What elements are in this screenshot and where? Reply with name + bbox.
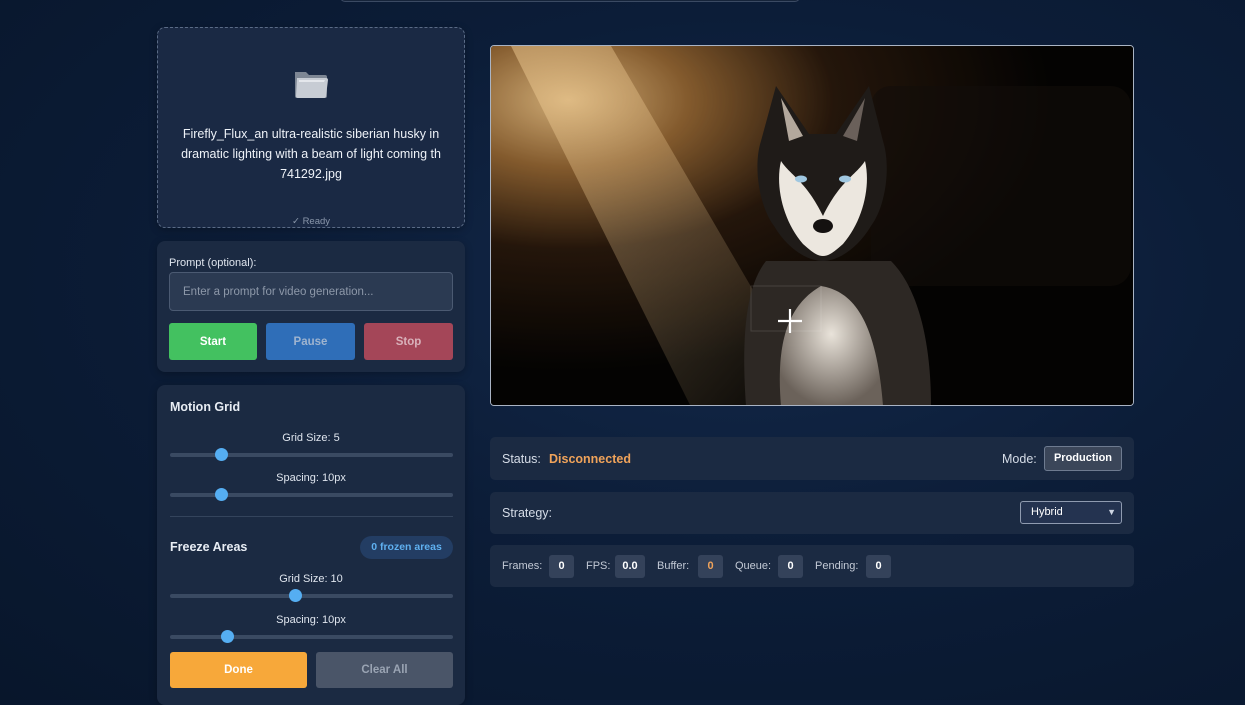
status-value: Disconnected <box>549 452 631 466</box>
chevron-down-icon: ▼ <box>1107 507 1116 517</box>
slider-thumb[interactable] <box>214 448 228 461</box>
frames-value: 0 <box>549 555 574 578</box>
fps-value: 0.0 <box>615 555 645 578</box>
queue-label: Queue: <box>735 560 772 572</box>
freeze-spacing-slider[interactable] <box>170 630 453 643</box>
freeze-grid-size-slider[interactable] <box>170 589 453 602</box>
freeze-spacing-label: Spacing: 10px <box>276 614 346 626</box>
motion-grid-panel: Motion Grid Grid Size: 5 Spacing: 10px F… <box>157 385 465 705</box>
buffer-label: Buffer: <box>657 560 690 572</box>
pending-label: Pending: <box>815 560 859 572</box>
section-divider <box>170 516 453 517</box>
upload-status: ✓ Ready <box>291 216 331 227</box>
buffer-value: 0 <box>698 555 723 578</box>
freeze-areas-title: Freeze Areas <box>170 540 248 554</box>
pause-button[interactable]: Pause <box>266 323 355 360</box>
motion-grid-title: Motion Grid <box>170 400 241 414</box>
husky-image <box>491 46 1133 405</box>
folder-icon <box>295 72 328 98</box>
freeze-grid-size-label: Grid Size: 10 <box>279 573 343 585</box>
motion-grid-size-label: Grid Size: 5 <box>282 432 340 444</box>
status-bar: Status: Disconnected Mode: Production <box>490 437 1134 480</box>
motion-grid-size-slider[interactable] <box>170 448 453 461</box>
top-toolbar-edge <box>340 0 800 2</box>
mode-label: Mode: <box>1002 452 1037 466</box>
prompt-input[interactable] <box>169 272 453 311</box>
prompt-label: Prompt (optional): <box>169 257 257 269</box>
start-button[interactable]: Start <box>169 323 257 360</box>
slider-thumb[interactable] <box>214 488 228 501</box>
clear-all-button[interactable]: Clear All <box>316 652 453 688</box>
strategy-selected-value: Hybrid <box>1031 506 1063 518</box>
stats-bar: Frames: 0 FPS: 0.0 Buffer: 0 Queue: 0 Pe… <box>490 545 1134 587</box>
status-label: Status: <box>502 452 541 466</box>
frozen-areas-badge: 0 frozen areas <box>360 536 453 559</box>
frames-label: Frames: <box>502 560 543 572</box>
fps-label: FPS: <box>586 560 611 572</box>
stop-button[interactable]: Stop <box>364 323 453 360</box>
motion-spacing-label: Spacing: 10px <box>276 472 346 484</box>
uploaded-filename: Firefly_Flux_an ultra-realistic siberian… <box>181 127 441 181</box>
mode-toggle-button[interactable]: Production <box>1044 446 1122 471</box>
video-preview[interactable] <box>490 45 1134 406</box>
motion-spacing-slider[interactable] <box>170 488 453 501</box>
file-upload-dropzone[interactable]: Firefly_Flux_an ultra-realistic siberian… <box>157 27 465 228</box>
strategy-select[interactable]: Hybrid ▼ <box>1020 501 1122 524</box>
slider-thumb[interactable] <box>288 589 302 602</box>
strategy-bar: Strategy: Hybrid ▼ <box>490 492 1134 534</box>
done-button[interactable]: Done <box>170 652 307 688</box>
strategy-label: Strategy: <box>502 506 553 520</box>
slider-thumb[interactable] <box>220 630 234 643</box>
prompt-panel: Prompt (optional): Start Pause Stop <box>157 241 465 372</box>
queue-value: 0 <box>778 555 803 578</box>
pending-value: 0 <box>866 555 891 578</box>
